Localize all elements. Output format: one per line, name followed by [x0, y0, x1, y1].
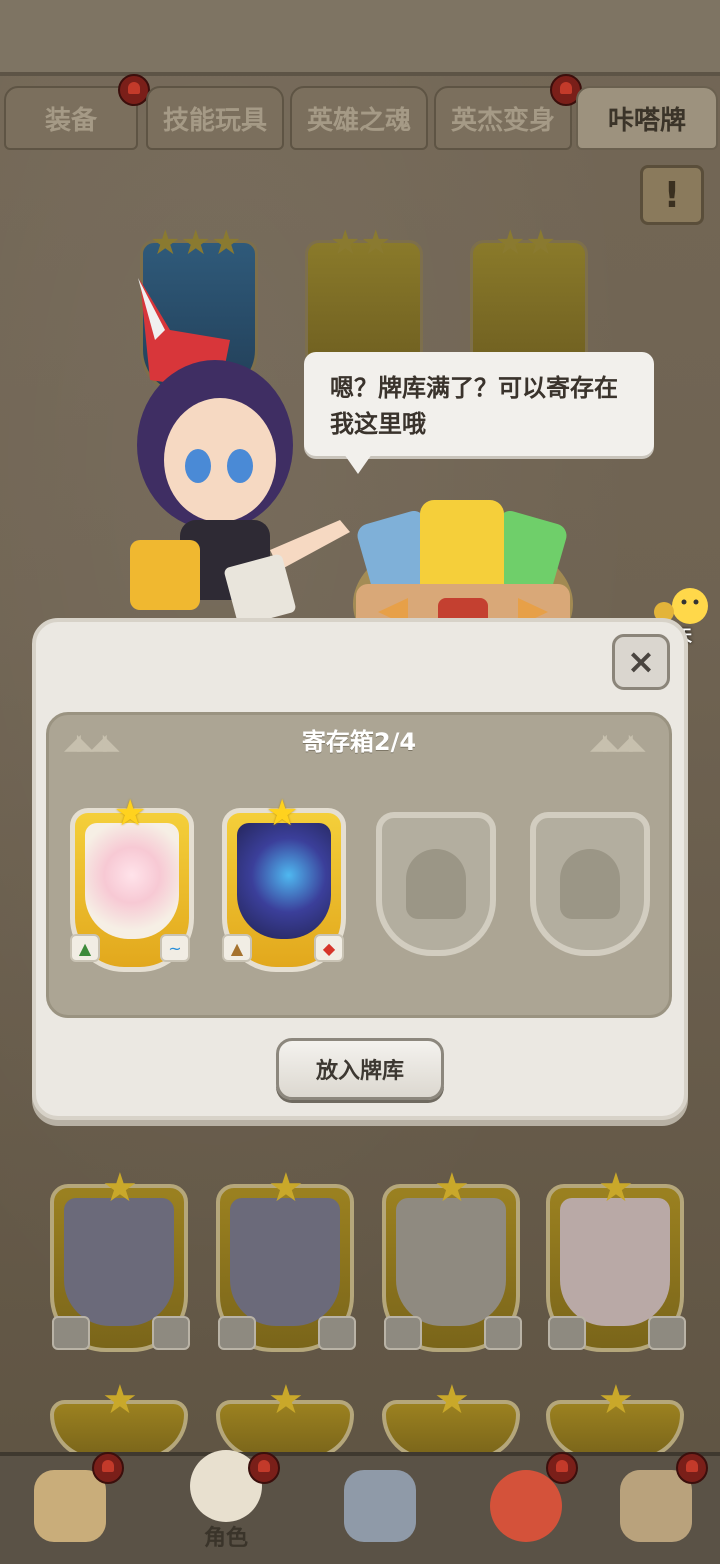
element-badge-icon	[648, 1316, 686, 1350]
tab-card[interactable]: 咔嗒牌	[576, 86, 718, 150]
water-element-icon: ~	[160, 934, 190, 962]
tab-label: 技能玩具	[162, 105, 267, 136]
card-art	[230, 1198, 340, 1326]
pink-bird-art	[85, 823, 179, 939]
notification-bell-icon	[546, 1452, 578, 1484]
storage-slot-3-empty[interactable]	[376, 812, 496, 956]
notification-bell-icon	[248, 1452, 280, 1484]
shop-icon	[620, 1470, 692, 1542]
info-scroll-icon[interactable]: !	[640, 165, 704, 225]
weapon-icon	[344, 1470, 416, 1542]
forest-element-icon: ▲	[70, 934, 100, 962]
top-strip	[0, 0, 720, 76]
fire-element-icon: ◆	[314, 934, 344, 962]
element-badge-icon	[384, 1316, 422, 1350]
card-art	[64, 1198, 174, 1326]
storage-slot-4-empty[interactable]	[530, 812, 650, 956]
star-icon: ★	[268, 1165, 304, 1211]
tab-skill-toys[interactable]: 技能玩具	[146, 86, 284, 150]
tab-label: 英杰变身	[450, 105, 555, 136]
element-badge-icon	[152, 1316, 190, 1350]
star-icon: ★★	[330, 223, 391, 263]
notification-bell-icon	[92, 1452, 124, 1484]
card-art	[396, 1198, 506, 1326]
info-label: !	[663, 174, 681, 216]
nav-character-label: 角色	[203, 1526, 248, 1551]
element-badge-icon	[318, 1316, 356, 1350]
element-badge-icon	[218, 1316, 256, 1350]
star-icon: ★	[434, 1377, 470, 1423]
tab-hero-soul[interactable]: 英雄之魂	[290, 86, 428, 150]
blue-dragon-art	[237, 823, 331, 939]
tab-equipment[interactable]: 装备	[4, 86, 138, 150]
star-icon: ★	[266, 793, 299, 834]
card-art	[560, 1198, 670, 1326]
element-badge-icon	[548, 1316, 586, 1350]
close-button[interactable]: ×	[612, 634, 670, 690]
star-icon: ★	[268, 1377, 304, 1423]
star-icon: ★	[598, 1165, 634, 1211]
star-icon: ★	[598, 1377, 634, 1423]
tab-label: 咔嗒牌	[607, 105, 686, 136]
pet-icon	[490, 1470, 562, 1542]
npc-speech-bubble: 嗯？牌库满了？可以寄存在我这里哦	[304, 352, 654, 474]
storage-title: 寄存箱2/4	[301, 728, 417, 756]
close-icon: ×	[626, 642, 656, 682]
star-icon: ★★★	[150, 223, 242, 263]
notification-bell-icon	[676, 1452, 708, 1484]
element-badge-icon	[484, 1316, 522, 1350]
speech-text: 嗯？牌库满了？可以寄存在我这里哦	[330, 374, 618, 438]
star-icon: ★	[114, 793, 147, 834]
star-icon: ★★	[495, 223, 556, 263]
tab-label: 装备	[44, 105, 97, 136]
card-grid: ★ ★ ★ ★ ★ ★ ★ ★	[0, 1110, 720, 1460]
put-button-label: 放入牌库	[315, 1059, 404, 1084]
star-icon: ★	[102, 1377, 138, 1423]
star-icon: ★	[434, 1165, 470, 1211]
dino-silhouette-icon	[406, 849, 466, 919]
caveman-icon	[34, 1470, 106, 1542]
put-into-deck-button[interactable]: 放入牌库	[276, 1038, 444, 1100]
star-icon: ★	[102, 1165, 138, 1211]
dino-silhouette-icon	[560, 849, 620, 919]
element-badge-icon	[52, 1316, 90, 1350]
tab-label: 英雄之魂	[306, 105, 411, 136]
earth-element-icon: ▲	[222, 934, 252, 962]
tab-bar: 装备 技能玩具 英雄之魂 英杰变身 咔嗒牌	[0, 74, 720, 152]
nav-weapon[interactable]	[330, 1460, 430, 1552]
